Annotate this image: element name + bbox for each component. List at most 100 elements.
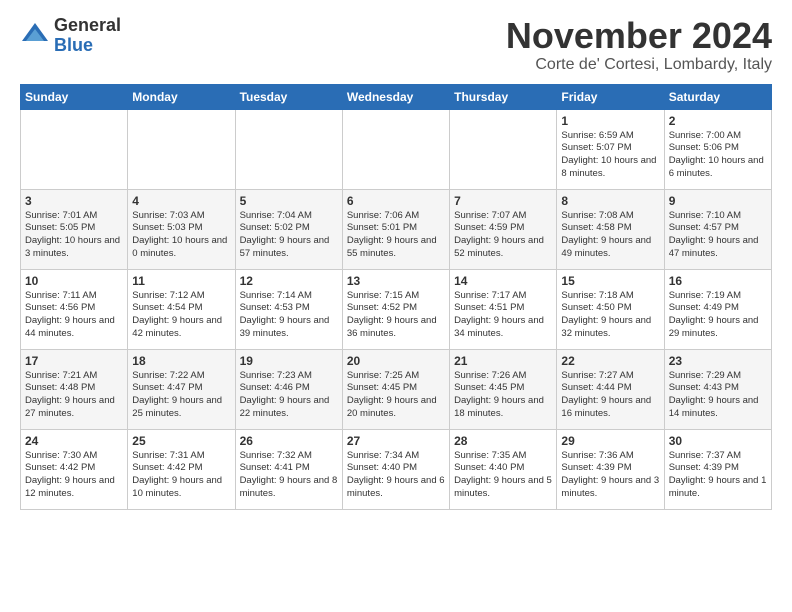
calendar-table: Sunday Monday Tuesday Wednesday Thursday… [20,84,772,510]
day-number: 11 [132,274,230,288]
day-number: 22 [561,354,659,368]
calendar-cell: 9 Sunrise: 7:10 AM Sunset: 4:57 PM Daylig… [664,189,771,269]
calendar-cell: 11 Sunrise: 7:12 AM Sunset: 4:54 PM Dayli… [128,269,235,349]
day-number: 20 [347,354,445,368]
day-number: 4 [132,194,230,208]
logo-blue-text: Blue [54,35,93,55]
location: Corte de' Cortesi, Lombardy, Italy [506,56,772,74]
calendar-cell [128,109,235,189]
day-number: 18 [132,354,230,368]
day-info: Sunrise: 7:07 AM Sunset: 4:59 PM Dayligh… [454,210,552,261]
header-thursday: Thursday [450,84,557,109]
calendar-cell: 7 Sunrise: 7:07 AM Sunset: 4:59 PM Daylig… [450,189,557,269]
calendar-cell: 26Sunrise: 7:32 AM Sunset: 4:41 PM Dayli… [235,429,342,509]
month-title: November 2024 [506,16,772,56]
header-monday: Monday [128,84,235,109]
calendar-cell: 16 Sunrise: 7:19 AM Sunset: 4:49 PM Dayli… [664,269,771,349]
calendar-cell [235,109,342,189]
day-number: 2 [669,114,767,128]
calendar-cell: 17 Sunrise: 7:21 AM Sunset: 4:48 PM Dayli… [21,349,128,429]
day-number: 14 [454,274,552,288]
calendar-cell: 8Sunrise: 7:08 AM Sunset: 4:58 PM Daylig… [557,189,664,269]
calendar-cell: 3 Sunrise: 7:01 AM Sunset: 5:05 PM Daylig… [21,189,128,269]
day-info: Sunrise: 7:29 AM Sunset: 4:43 PM Dayligh… [669,370,767,421]
calendar-cell: 13Sunrise: 7:15 AM Sunset: 4:52 PM Dayli… [342,269,449,349]
calendar-cell [21,109,128,189]
day-number: 3 [25,194,123,208]
day-number: 1 [561,114,659,128]
day-number: 15 [561,274,659,288]
day-info: Sunrise: 7:10 AM Sunset: 4:57 PM Dayligh… [669,210,767,261]
logo-general-text: General [54,15,121,35]
day-info: Sunrise: 7:19 AM Sunset: 4:49 PM Dayligh… [669,290,767,341]
header-tuesday: Tuesday [235,84,342,109]
title-area: November 2024 Corte de' Cortesi, Lombard… [506,16,772,74]
day-info: Sunrise: 7:14 AM Sunset: 4:53 PM Dayligh… [240,290,338,341]
day-info: Sunrise: 7:27 AM Sunset: 4:44 PM Dayligh… [561,370,659,421]
day-info: Sunrise: 7:31 AM Sunset: 4:42 PM Dayligh… [132,450,230,501]
calendar-cell: 22 Sunrise: 7:27 AM Sunset: 4:44 PM Dayli… [557,349,664,429]
day-info: Sunrise: 7:18 AM Sunset: 4:50 PM Dayligh… [561,290,659,341]
calendar-cell: 10 Sunrise: 7:11 AM Sunset: 4:56 PM Dayli… [21,269,128,349]
calendar-week-row: 24 Sunrise: 7:30 AM Sunset: 4:42 PM Dayli… [21,429,772,509]
day-info: Sunrise: 7:34 AM Sunset: 4:40 PM Dayligh… [347,450,445,501]
calendar-cell: 15 Sunrise: 7:18 AM Sunset: 4:50 PM Dayli… [557,269,664,349]
day-number: 12 [240,274,338,288]
day-number: 5 [240,194,338,208]
day-number: 13 [347,274,445,288]
day-number: 7 [454,194,552,208]
logo: General Blue [20,16,121,56]
calendar-cell [450,109,557,189]
day-number: 16 [669,274,767,288]
day-number: 8 [561,194,659,208]
calendar-cell: 25 Sunrise: 7:31 AM Sunset: 4:42 PM Dayli… [128,429,235,509]
calendar-cell: 29Sunrise: 7:36 AM Sunset: 4:39 PM Dayli… [557,429,664,509]
day-info: Sunrise: 7:37 AM Sunset: 4:39 PM Dayligh… [669,450,767,501]
calendar-cell: 30 Sunrise: 7:37 AM Sunset: 4:39 PM Dayli… [664,429,771,509]
calendar-cell: 27Sunrise: 7:34 AM Sunset: 4:40 PM Dayli… [342,429,449,509]
header-area: General Blue November 2024 Corte de' Cor… [20,16,772,74]
day-info: Sunrise: 7:00 AM Sunset: 5:06 PM Dayligh… [669,130,767,181]
day-number: 17 [25,354,123,368]
day-info: Sunrise: 7:35 AM Sunset: 4:40 PM Dayligh… [454,450,552,501]
calendar-cell: 28Sunrise: 7:35 AM Sunset: 4:40 PM Dayli… [450,429,557,509]
calendar-week-row: 10 Sunrise: 7:11 AM Sunset: 4:56 PM Dayli… [21,269,772,349]
calendar-cell: 1 Sunrise: 6:59 AM Sunset: 5:07 PM Daylig… [557,109,664,189]
calendar-header-row: Sunday Monday Tuesday Wednesday Thursday… [21,84,772,109]
calendar-cell: 12 Sunrise: 7:14 AM Sunset: 4:53 PM Dayli… [235,269,342,349]
day-info: Sunrise: 7:11 AM Sunset: 4:56 PM Dayligh… [25,290,123,341]
day-number: 23 [669,354,767,368]
day-info: Sunrise: 7:06 AM Sunset: 5:01 PM Dayligh… [347,210,445,261]
calendar-cell: 24 Sunrise: 7:30 AM Sunset: 4:42 PM Dayli… [21,429,128,509]
calendar-cell: 21Sunrise: 7:26 AM Sunset: 4:45 PM Dayli… [450,349,557,429]
day-number: 10 [25,274,123,288]
day-info: Sunrise: 7:12 AM Sunset: 4:54 PM Dayligh… [132,290,230,341]
calendar-cell: 18 Sunrise: 7:22 AM Sunset: 4:47 PM Dayli… [128,349,235,429]
header-wednesday: Wednesday [342,84,449,109]
day-number: 6 [347,194,445,208]
page: General Blue November 2024 Corte de' Cor… [0,0,792,520]
day-number: 30 [669,434,767,448]
day-number: 19 [240,354,338,368]
day-info: Sunrise: 7:30 AM Sunset: 4:42 PM Dayligh… [25,450,123,501]
day-number: 25 [132,434,230,448]
day-info: Sunrise: 7:32 AM Sunset: 4:41 PM Dayligh… [240,450,338,501]
header-saturday: Saturday [664,84,771,109]
calendar-week-row: 3 Sunrise: 7:01 AM Sunset: 5:05 PM Daylig… [21,189,772,269]
day-info: Sunrise: 7:17 AM Sunset: 4:51 PM Dayligh… [454,290,552,341]
calendar-cell: 19Sunrise: 7:23 AM Sunset: 4:46 PM Dayli… [235,349,342,429]
day-info: Sunrise: 7:22 AM Sunset: 4:47 PM Dayligh… [132,370,230,421]
header-friday: Friday [557,84,664,109]
day-number: 24 [25,434,123,448]
logo-icon [20,21,50,51]
calendar-cell: 4Sunrise: 7:03 AM Sunset: 5:03 PM Daylig… [128,189,235,269]
calendar-cell [342,109,449,189]
calendar-cell: 23 Sunrise: 7:29 AM Sunset: 4:43 PM Dayli… [664,349,771,429]
day-number: 9 [669,194,767,208]
calendar-cell: 20Sunrise: 7:25 AM Sunset: 4:45 PM Dayli… [342,349,449,429]
day-number: 21 [454,354,552,368]
day-info: Sunrise: 6:59 AM Sunset: 5:07 PM Dayligh… [561,130,659,181]
calendar-week-row: 17 Sunrise: 7:21 AM Sunset: 4:48 PM Dayli… [21,349,772,429]
day-info: Sunrise: 7:01 AM Sunset: 5:05 PM Dayligh… [25,210,123,261]
day-info: Sunrise: 7:21 AM Sunset: 4:48 PM Dayligh… [25,370,123,421]
